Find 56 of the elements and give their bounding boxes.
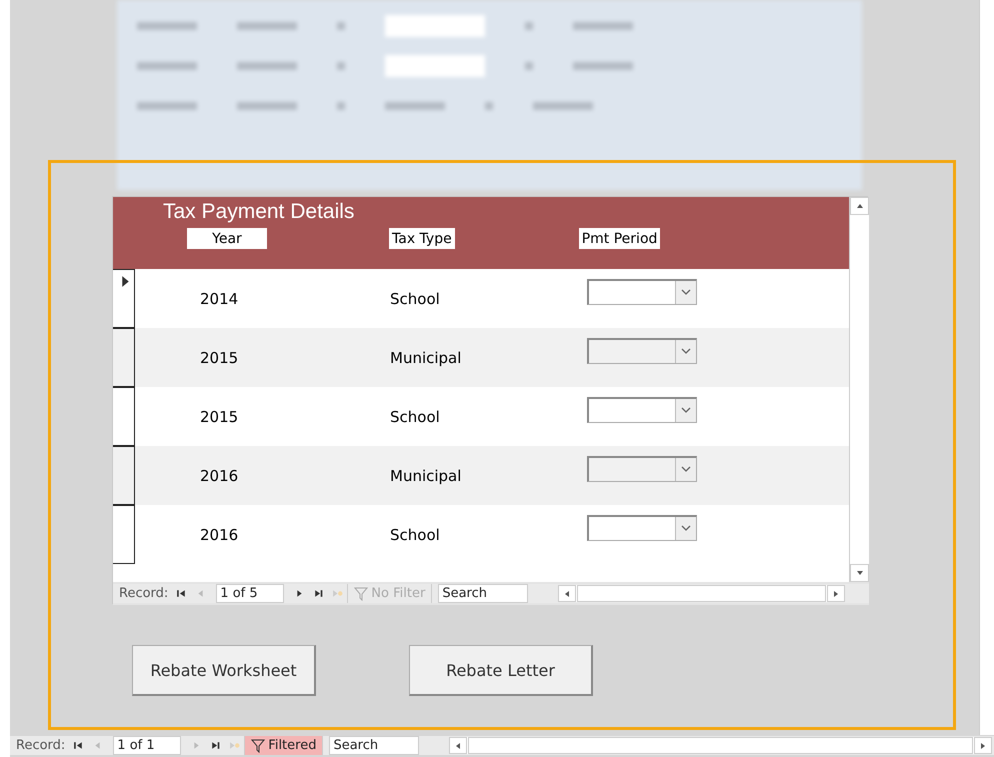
pmt-period-dropdown[interactable] xyxy=(587,338,697,364)
first-record-icon[interactable] xyxy=(73,740,84,751)
record-selector[interactable] xyxy=(113,387,135,446)
filter-indicator[interactable]: Filtered xyxy=(244,736,324,755)
filter-label: No Filter xyxy=(371,586,426,601)
table-cell-text: School xyxy=(390,526,441,544)
funnel-icon xyxy=(251,738,266,752)
table-cell-text: 2015 xyxy=(200,408,240,426)
first-record-icon[interactable] xyxy=(176,588,188,599)
table-cell-text: 2016 xyxy=(200,526,240,544)
record-selector[interactable] xyxy=(113,269,135,328)
chevron-down-icon xyxy=(681,289,691,295)
filter-label: Filtered xyxy=(268,738,316,753)
subform-title: Tax Payment Details xyxy=(162,199,356,224)
table-cell-text: 2015 xyxy=(200,348,240,366)
record-selector[interactable] xyxy=(113,328,135,387)
search-field[interactable]: Search xyxy=(329,736,420,755)
record-position-field[interactable]: 1 of 5 xyxy=(216,584,284,603)
table-cell-text: School xyxy=(390,408,441,426)
pmt-period-dropdown[interactable] xyxy=(587,278,697,304)
pmt-period-dropdown[interactable] xyxy=(587,456,697,482)
scroll-arrow-icon[interactable] xyxy=(856,569,864,577)
scroll-arrow-icon[interactable] xyxy=(832,590,840,598)
chevron-down-icon xyxy=(681,348,691,354)
table-cell-text: Municipal xyxy=(390,466,462,484)
record-position-field[interactable]: 1 of 1 xyxy=(113,736,182,755)
last-record-icon[interactable] xyxy=(313,588,324,599)
pmt-period-dropdown[interactable] xyxy=(587,514,697,540)
column-header: Tax Type xyxy=(389,228,455,249)
chevron-down-icon xyxy=(681,525,691,531)
record-selector[interactable] xyxy=(113,446,135,505)
search-field[interactable]: Search xyxy=(438,584,528,603)
scroll-arrow-icon[interactable] xyxy=(856,202,864,210)
column-header: Year xyxy=(187,228,267,249)
record-label: Record: xyxy=(118,586,170,601)
current-record-icon xyxy=(121,275,130,288)
column-header: Pmt Period xyxy=(578,228,660,249)
action-button[interactable]: Rebate Worksheet xyxy=(132,645,316,696)
scroll-arrow-icon[interactable] xyxy=(563,590,572,598)
table-cell-text: 2016 xyxy=(200,466,240,484)
table-cell-text: 2014 xyxy=(200,290,240,308)
record-label: Record: xyxy=(15,738,66,753)
scroll-arrow-icon[interactable] xyxy=(454,742,462,750)
vertical-scrollbar[interactable] xyxy=(849,197,869,582)
funnel-icon xyxy=(354,586,368,600)
table-cell-text: Municipal xyxy=(390,348,462,366)
chevron-down-icon xyxy=(681,466,691,472)
horizontal-scrollbar[interactable] xyxy=(449,737,992,754)
scroll-arrow-icon[interactable] xyxy=(979,742,987,750)
chevron-down-icon xyxy=(681,407,691,413)
pmt-period-dropdown[interactable] xyxy=(587,396,697,422)
record-selector[interactable] xyxy=(113,505,135,564)
table-cell-text: School xyxy=(390,290,441,308)
last-record-icon[interactable] xyxy=(210,740,222,751)
action-button[interactable]: Rebate Letter xyxy=(409,645,593,696)
horizontal-scrollbar[interactable] xyxy=(558,585,845,602)
